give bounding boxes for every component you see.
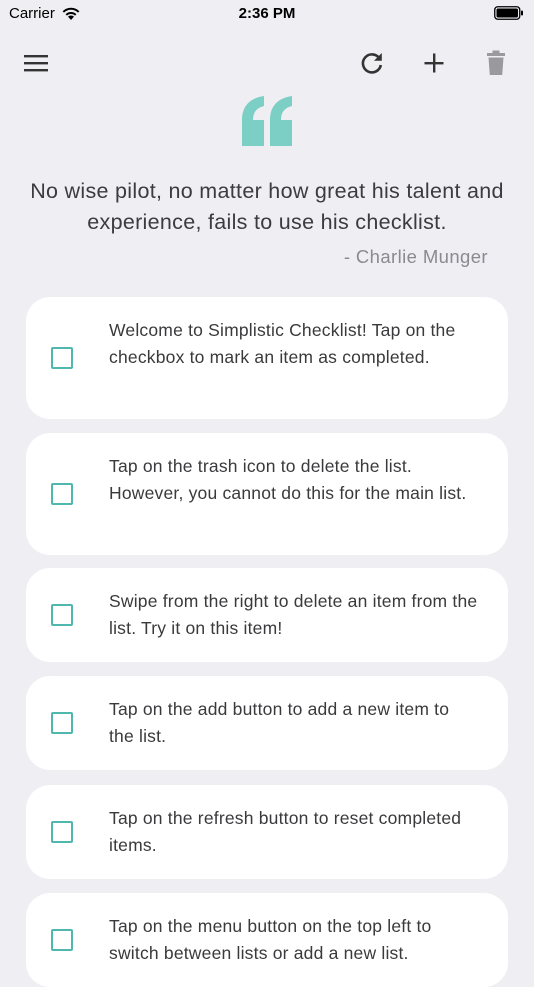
menu-button[interactable] xyxy=(19,46,53,80)
list-item[interactable]: Tap on the add button to add a new item … xyxy=(26,676,508,770)
status-bar: Carrier 2:36 PM xyxy=(0,0,534,28)
item-checkbox[interactable] xyxy=(51,821,73,843)
toolbar xyxy=(0,40,534,84)
item-text: Tap on the add button to add a new item … xyxy=(109,699,450,746)
list-item[interactable]: Tap on the refresh button to reset compl… xyxy=(26,785,508,879)
item-text: Swipe from the right to delete an item f… xyxy=(109,591,478,638)
item-checkbox[interactable] xyxy=(51,483,73,505)
refresh-button[interactable] xyxy=(355,46,389,80)
status-time: 2:36 PM xyxy=(238,5,296,22)
plus-icon xyxy=(424,53,444,73)
item-checkbox[interactable] xyxy=(51,604,73,626)
trash-icon xyxy=(487,50,505,75)
item-checkbox[interactable] xyxy=(51,347,73,369)
item-checkbox[interactable] xyxy=(51,712,73,734)
quote-author: - Charlie Munger xyxy=(343,246,488,267)
add-item-button[interactable] xyxy=(417,46,451,80)
item-text: Tap on the trash icon to delete the list… xyxy=(109,456,467,503)
list-item[interactable]: Swipe from the right to delete an item f… xyxy=(26,568,508,662)
item-checkbox[interactable] xyxy=(51,929,73,951)
list-item[interactable]: Welcome to Simplistic Checklist! Tap on … xyxy=(26,297,508,419)
list-item[interactable]: Tap on the menu button on the top left t… xyxy=(26,893,508,987)
quote-mark-icon xyxy=(0,96,534,146)
refresh-icon xyxy=(361,53,383,74)
delete-list-button[interactable] xyxy=(479,46,513,80)
list-item[interactable]: Tap on the trash icon to delete the list… xyxy=(26,433,508,555)
item-text: Tap on the refresh button to reset compl… xyxy=(109,808,462,855)
hamburger-menu-icon xyxy=(24,55,48,72)
battery-icon xyxy=(494,6,524,24)
quote-text: No wise pilot, no matter how great his t… xyxy=(30,179,504,234)
item-text: Welcome to Simplistic Checklist! Tap on … xyxy=(109,320,456,367)
item-text: Tap on the menu button on the top left t… xyxy=(109,916,432,963)
